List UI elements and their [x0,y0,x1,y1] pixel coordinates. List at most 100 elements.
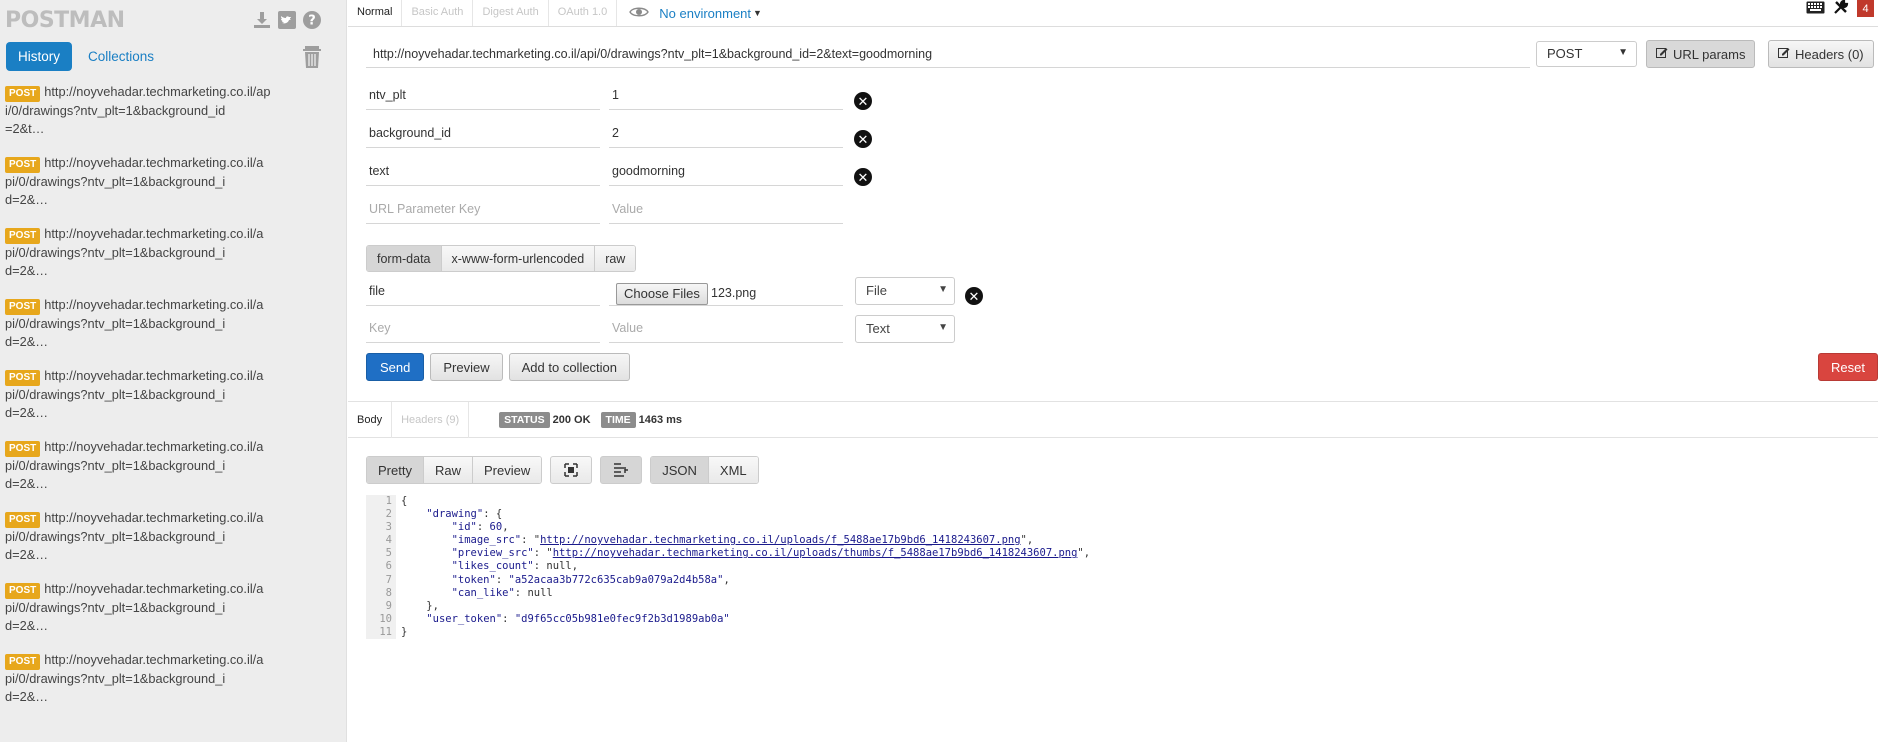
delete-icon[interactable]: ✕ [965,287,983,305]
tab-basic-auth[interactable]: Basic Auth [402,0,474,26]
code-value: "a52acaa3b772c635cab9a079a2d4b58a" [508,573,724,586]
method-select[interactable]: POST ▼ [1536,41,1637,67]
wrap-icon[interactable] [600,456,643,484]
code-value: "d9f65cc05b981e0fec9f2b3d1989ab0a" [514,612,730,625]
status-label: STATUS [499,411,550,428]
edit-icon [1778,47,1790,62]
url-input[interactable] [366,40,1530,68]
param-value-input[interactable]: Value [609,197,843,224]
image-src-link[interactable]: http://noyvehadar.techmarketing.co.il/up… [540,534,1020,546]
tab-digest-auth[interactable]: Digest Auth [473,0,549,26]
form-type-value: Text [866,321,890,336]
param-key-field[interactable]: background_id [366,121,600,148]
keyboard-icon[interactable] [1806,1,1825,17]
line-number: 3 [385,521,392,534]
tab-history[interactable]: History [6,42,73,71]
list-item[interactable]: POST http://noyvehadar.techmarketing.co.i… [5,296,290,367]
history-url-line: i/0/drawings?ntv_plt=1&background_id [5,103,226,118]
delete-icon[interactable]: ✕ [854,130,872,148]
headers-button[interactable]: Headers (0) [1768,40,1874,68]
line-numbers: 1 2 3 4 5 6 7 8 9 10 11 [366,495,396,640]
param-value-field[interactable]: goodmorning [609,159,843,186]
auth-tabs: Normal Basic Auth Digest Auth OAuth 1.0 … [348,0,1878,27]
list-item[interactable]: POST http://noyvehadar.techmarketing.co.i… [5,438,290,509]
history-url-line: d=2&… [5,547,49,562]
code-value: 60 [489,521,503,534]
param-value-field[interactable]: 2 [609,121,843,148]
body-type-tabs: form-data x-www-form-urlencoded raw [366,245,637,272]
chevron-down-icon: ▼ [938,284,948,295]
code-text: : { [483,508,503,521]
url-params-button[interactable]: URL params [1646,40,1756,68]
preview-src-link[interactable]: http://noyvehadar.techmarketing.co.il/up… [553,547,1078,559]
param-key-input[interactable]: URL Parameter Key [366,197,600,224]
history-url-line: pi/0/drawings?ntv_plt=1&background_i [5,671,226,686]
method-badge: POST [5,370,41,386]
fullscreen-icon[interactable] [550,456,593,484]
line-number: 2 [385,508,392,521]
param-value-field[interactable]: 1 [609,83,843,110]
tab-collections[interactable]: Collections [80,42,162,71]
send-button[interactable]: Send [366,353,425,381]
line-number: 10 [379,612,392,625]
help-icon[interactable]: ? [302,10,322,30]
list-item[interactable]: POST http://noyvehadar.techmarketing.co.i… [5,509,290,580]
method-value: POST [1547,46,1583,61]
tab-normal[interactable]: Normal [348,0,403,26]
pretty-button[interactable]: Pretty [367,457,424,483]
history-url-line: d=2&… [5,263,49,278]
add-to-collection-button[interactable]: Add to collection [508,353,631,381]
reset-button[interactable]: Reset [1818,353,1878,381]
time-indicator: TIME 1463 ms [600,411,682,428]
twitter-icon[interactable] [277,10,297,30]
preview-response-button[interactable]: Preview [472,457,542,483]
chevron-down-icon: ▼ [1618,47,1628,58]
view-mode-group: Pretty Raw Preview [366,456,543,484]
trash-icon[interactable] [302,45,322,69]
choose-files-button[interactable]: Choose Files [616,283,708,305]
raw-button[interactable]: Raw [423,457,473,483]
list-item[interactable]: POST http://noyvehadar.techmarketing.co.i… [5,367,290,438]
environment-selector[interactable]: No environment ▼ [617,0,774,26]
form-key-input[interactable]: Key [366,316,600,343]
json-button[interactable]: JSON [651,457,709,483]
history-url-line: pi/0/drawings?ntv_plt=1&background_i [5,529,226,544]
tab-response-body[interactable]: Body [348,401,393,438]
param-key-field[interactable]: ntv_plt [366,83,600,110]
eye-icon[interactable] [629,6,650,21]
list-item[interactable]: POST http://noyvehadar.techmarketing.co.i… [5,154,290,225]
list-item[interactable]: POST http://noyvehadar.techmarketing.co.i… [5,651,290,722]
preview-button[interactable]: Preview [430,353,503,381]
download-icon[interactable] [252,10,272,30]
list-item[interactable]: POST http://noyvehadar.techmarketing.co.i… [5,580,290,651]
svg-text:?: ? [308,14,316,29]
tab-oauth[interactable]: OAuth 1.0 [549,0,618,26]
history-url-line: http://noyvehadar.techmarketing.co.il/ap [44,84,271,99]
form-value-input[interactable]: Value [609,316,843,343]
url-params-label: URL params [1673,46,1746,62]
list-item[interactable]: POST http://noyvehadar.techmarketing.co.i… [5,83,290,154]
history-url-line: http://noyvehadar.techmarketing.co.il/a [44,226,264,241]
tools-icon[interactable] [1833,0,1849,18]
history-url-line: d=2&… [5,476,49,491]
code-text: }, [426,599,439,612]
tab-urlencoded[interactable]: x-www-form-urlencoded [441,246,596,271]
xml-button[interactable]: XML [708,457,758,483]
method-badge: POST [5,441,41,457]
status-value: 200 OK [552,413,591,426]
delete-icon[interactable]: ✕ [854,168,872,186]
param-key-field[interactable]: text [366,159,600,186]
code-key: "likes_count" [451,560,534,573]
form-key-field[interactable]: file [366,279,600,306]
delete-icon[interactable]: ✕ [854,92,872,110]
notification-badge[interactable]: 4 [1857,0,1874,17]
tab-form-data[interactable]: form-data [367,246,442,271]
form-type-select[interactable]: Text ▼ [855,315,955,343]
history-url-line: pi/0/drawings?ntv_plt=1&background_i [5,316,226,331]
list-item[interactable]: POST http://noyvehadar.techmarketing.co.i… [5,225,290,296]
form-type-select[interactable]: File ▼ [855,277,955,305]
tab-response-headers[interactable]: Headers (9) [392,401,470,438]
tab-raw[interactable]: raw [595,246,636,271]
history-url-line: pi/0/drawings?ntv_plt=1&background_i [5,387,226,402]
url-row: POST ▼ URL params Headers (0) [366,40,1878,68]
